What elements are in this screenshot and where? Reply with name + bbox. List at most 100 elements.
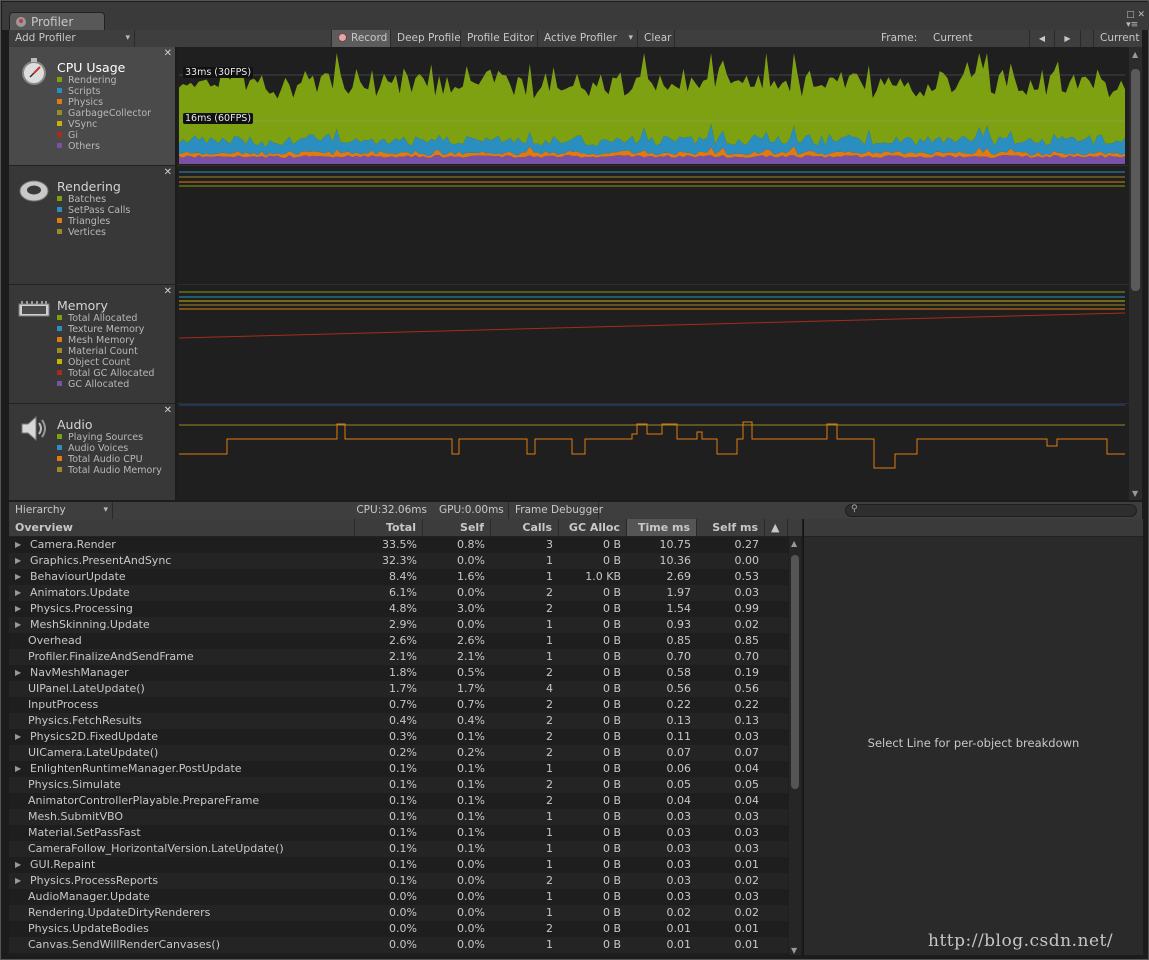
table-row[interactable]: ▶ NavMeshManager 1.8% 0.5% 2 0 B 0.58 0.19 — [9, 665, 788, 681]
record-button[interactable]: Record — [331, 30, 391, 47]
legend-item[interactable]: Batches — [57, 194, 130, 205]
charts-scrollbar[interactable]: ▲ ▼ — [1129, 47, 1142, 500]
legend-item[interactable]: Gi — [57, 130, 151, 141]
window-menu-icon[interactable]: □ ✕ ▾≡ — [1126, 10, 1145, 30]
column-header-total[interactable]: Total — [355, 519, 423, 536]
prev-frame-icon[interactable]: ◀ — [1029, 30, 1055, 47]
table-row[interactable]: UIPanel.LateUpdate() 1.7% 1.7% 4 0 B 0.56 0.56 — [9, 681, 788, 697]
legend-item[interactable]: Total Audio CPU — [57, 454, 162, 465]
current-frame-button[interactable]: Current — [1093, 30, 1142, 47]
legend-item[interactable]: Others — [57, 141, 151, 152]
legend-item[interactable]: VSync — [57, 119, 151, 130]
table-row[interactable]: AnimatorControllerPlayable.PrepareFrame 0… — [9, 793, 788, 809]
table-scroll-down-icon[interactable]: ▼ — [791, 946, 797, 955]
table-row[interactable]: ▶ Graphics.PresentAndSync 32.3% 0.0% 1 0 B 10.… — [9, 553, 788, 569]
table-row[interactable]: Profiler.FinalizeAndSendFrame 2.1% 2.1% 1 0 … — [9, 649, 788, 665]
expand-arrow-icon[interactable]: ▶ — [15, 857, 21, 873]
expand-arrow-icon[interactable]: ▶ — [15, 729, 21, 745]
hierarchy-view-dropdown[interactable]: Hierarchy — [9, 502, 113, 519]
legend-item[interactable]: Physics — [57, 97, 151, 108]
column-header-time-ms[interactable]: Time ms — [627, 519, 697, 536]
table-row[interactable]: Material.SetPassFast 0.1% 0.1% 1 0 B 0.03 0.03 — [9, 825, 788, 841]
profiler-module-memory[interactable]: ✕ Memory Total Allocated Texture Memory Mesh… — [9, 285, 175, 404]
column-header-[interactable]: ▲ — [765, 519, 788, 536]
column-header-self[interactable]: Self — [423, 519, 491, 536]
table-row[interactable]: ▶ Physics.ProcessReports 0.1% 0.0% 2 0 B 0.03 0… — [9, 873, 788, 889]
next-frame-icon[interactable]: ▶ — [1055, 30, 1081, 47]
legend-item[interactable]: Total GC Allocated — [57, 368, 154, 379]
close-icon[interactable]: ✕ — [164, 48, 172, 59]
legend-item[interactable]: Scripts — [57, 86, 151, 97]
profiler-module-rendering[interactable]: ✕ Rendering Batches SetPass Calls Triangles V… — [9, 166, 175, 285]
tab-profiler[interactable]: Profiler — [9, 12, 105, 31]
charts-scroll-thumb[interactable] — [1131, 69, 1140, 291]
frame-debugger-button[interactable]: Frame Debugger — [509, 502, 603, 519]
expand-arrow-icon[interactable]: ▶ — [15, 585, 21, 601]
legend-item[interactable]: Object Count — [57, 357, 154, 368]
cpu-usage-chart[interactable]: 33ms (30FPS) 16ms (60FPS) — [177, 47, 1129, 166]
table-row[interactable]: Overhead 2.6% 2.6% 1 0 B 0.85 0.85 — [9, 633, 788, 649]
column-header-gc-alloc[interactable]: GC Alloc — [559, 519, 627, 536]
table-row[interactable]: AudioManager.Update 0.0% 0.0% 1 0 B 0.03 0.03 — [9, 889, 788, 905]
scroll-up-icon[interactable]: ▲ — [1132, 50, 1138, 59]
expand-arrow-icon[interactable]: ▶ — [15, 665, 21, 681]
legend-item[interactable]: GarbageCollector — [57, 108, 151, 119]
column-header-calls[interactable]: Calls — [491, 519, 559, 536]
table-scroll-thumb[interactable] — [791, 555, 799, 789]
expand-arrow-icon[interactable]: ▶ — [15, 617, 21, 633]
legend-item[interactable]: GC Allocated — [57, 379, 154, 390]
table-scroll-up-icon[interactable]: ▲ — [791, 539, 797, 548]
close-icon[interactable]: ✕ — [164, 405, 172, 416]
add-profiler-dropdown[interactable]: Add Profiler — [9, 30, 135, 47]
table-row[interactable]: UICamera.LateUpdate() 0.2% 0.2% 2 0 B 0.07 0.0… — [9, 745, 788, 761]
table-row[interactable]: Physics.UpdateBodies 0.0% 0.0% 2 0 B 0.01 0.01 — [9, 921, 788, 937]
legend-item[interactable]: Texture Memory — [57, 324, 154, 335]
table-row[interactable]: ▶ Physics.Processing 4.8% 3.0% 2 0 B 1.54 0.99 — [9, 601, 788, 617]
expand-arrow-icon[interactable]: ▶ — [15, 601, 21, 617]
hierarchy-search-input[interactable]: ⚲ — [845, 504, 1137, 517]
table-row[interactable]: ▶ EnlightenRuntimeManager.PostUpdate 0.1% 0… — [9, 761, 788, 777]
active-profiler-dropdown[interactable]: Active Profiler — [538, 30, 638, 47]
expand-arrow-icon[interactable]: ▶ — [15, 873, 21, 889]
close-icon[interactable]: ✕ — [164, 286, 172, 297]
deep-profile-button[interactable]: Deep Profile — [391, 30, 461, 47]
legend-item[interactable]: Total Audio Memory — [57, 465, 162, 476]
expand-arrow-icon[interactable]: ▶ — [15, 569, 21, 585]
column-header-self-ms[interactable]: Self ms — [697, 519, 765, 536]
legend-item[interactable]: SetPass Calls — [57, 205, 130, 216]
memory-chart[interactable] — [177, 285, 1129, 404]
rendering-chart[interactable] — [177, 166, 1129, 285]
legend-item[interactable]: Triangles — [57, 216, 130, 227]
table-row[interactable]: Canvas.SendWillRenderCanvases() 0.0% 0.0% 1… — [9, 937, 788, 953]
legend-item[interactable]: Rendering — [57, 75, 151, 86]
table-row[interactable]: ▶ Physics2D.FixedUpdate 0.3% 0.1% 2 0 B 0.11 0.… — [9, 729, 788, 745]
column-header-overview[interactable]: Overview — [9, 519, 355, 536]
legend-item[interactable]: Audio Voices — [57, 443, 162, 454]
legend-item[interactable]: Total Allocated — [57, 313, 154, 324]
table-row[interactable]: Mesh.SubmitVBO 0.1% 0.1% 1 0 B 0.03 0.03 — [9, 809, 788, 825]
profile-editor-button[interactable]: Profile Editor — [461, 30, 538, 47]
table-row[interactable]: ▶ GUI.Repaint 0.1% 0.0% 1 0 B 0.03 0.01 — [9, 857, 788, 873]
table-row[interactable]: InputProcess 0.7% 0.7% 2 0 B 0.22 0.22 — [9, 697, 788, 713]
table-row[interactable]: Rendering.UpdateDirtyRenderers 0.0% 0.0% 1 0… — [9, 905, 788, 921]
legend-item[interactable]: Mesh Memory — [57, 335, 154, 346]
profiler-charts[interactable]: 33ms (30FPS) 16ms (60FPS) — [177, 47, 1129, 500]
legend-item[interactable]: Vertices — [57, 227, 130, 238]
legend-item[interactable]: Material Count — [57, 346, 154, 357]
table-row[interactable]: CameraFollow_HorizontalVersion.LateUpdat… — [9, 841, 788, 857]
table-row[interactable]: ▶ BehaviourUpdate 8.4% 1.6% 1 1.0 KB 2.69 0.53 — [9, 569, 788, 585]
legend-item[interactable]: Playing Sources — [57, 432, 162, 443]
table-row[interactable]: ▶ Animators.Update 6.1% 0.0% 2 0 B 1.97 0.03 — [9, 585, 788, 601]
profiler-module-cpu-usage[interactable]: ✕ CPU Usage Rendering Scripts Physics Garbage… — [9, 47, 175, 166]
table-row[interactable]: Physics.Simulate 0.1% 0.1% 2 0 B 0.05 0.05 — [9, 777, 788, 793]
expand-arrow-icon[interactable]: ▶ — [15, 761, 21, 777]
expand-arrow-icon[interactable]: ▶ — [15, 553, 21, 569]
clear-button[interactable]: Clear — [638, 30, 675, 47]
table-scrollbar[interactable]: ▲ ▼ — [789, 537, 801, 955]
table-row[interactable]: ▶ MeshSkinning.Update 2.9% 0.0% 1 0 B 0.93 0.02 — [9, 617, 788, 633]
table-row[interactable]: ▶ Camera.Render 33.5% 0.8% 3 0 B 10.75 0.27 — [9, 537, 788, 553]
expand-arrow-icon[interactable]: ▶ — [15, 537, 21, 553]
cpu-usage-graph[interactable] — [177, 47, 1129, 166]
table-row[interactable]: Physics.FetchResults 0.4% 0.4% 2 0 B 0.13 0.13 — [9, 713, 788, 729]
close-icon[interactable]: ✕ — [164, 167, 172, 178]
